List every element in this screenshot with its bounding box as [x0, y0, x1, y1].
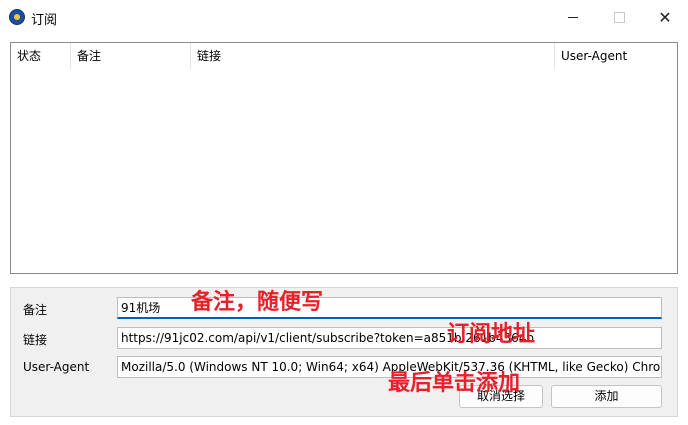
window-title: 订阅	[31, 13, 58, 28]
app-icon	[9, 9, 25, 25]
maximize-icon	[613, 11, 625, 23]
annotation-add: 最后单击添加	[388, 371, 521, 396]
close-icon: ✕	[658, 7, 672, 27]
maximize-button[interactable]	[596, 0, 642, 34]
annotation-link: 订阅地址	[447, 322, 536, 347]
annotation-remark: 备注，随便写	[191, 290, 324, 315]
subscription-list[interactable]: 状态 备注 链接 User-Agent	[10, 42, 678, 274]
column-header-status[interactable]: 状态	[11, 43, 71, 69]
user-agent-label: User-Agent	[23, 360, 90, 374]
minimize-button[interactable]	[550, 0, 596, 34]
minimize-icon	[568, 16, 578, 18]
close-button[interactable]: ✕	[642, 0, 688, 34]
link-input[interactable]: https://91jc02.com/api/v1/client/subscri…	[117, 327, 662, 349]
add-button[interactable]: 添加	[551, 385, 662, 408]
remark-label: 备注	[23, 303, 48, 317]
title-bar: 订阅 ✕	[0, 0, 688, 34]
column-header-user-agent[interactable]: User-Agent	[555, 43, 677, 69]
column-header-link[interactable]: 链接	[191, 43, 555, 69]
link-label: 链接	[23, 333, 48, 347]
column-header-remark[interactable]: 备注	[71, 43, 191, 69]
